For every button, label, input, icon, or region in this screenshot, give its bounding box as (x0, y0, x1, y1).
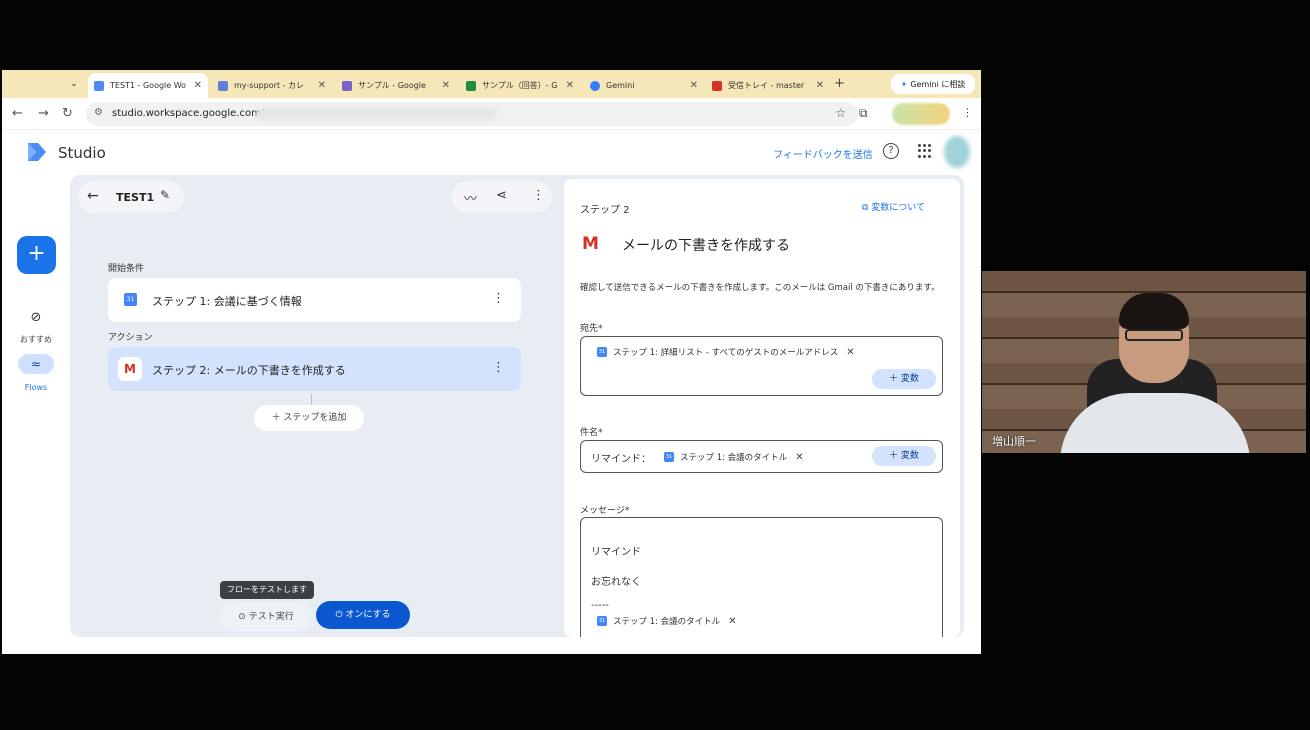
webcam-video-tile: 増山順一 (982, 271, 1306, 453)
subject-add-variable-button[interactable]: ＋ 変数 (872, 446, 936, 466)
remove-chip-icon[interactable]: ✕ (795, 452, 803, 463)
flow-toolbar: 〰 ⋖ ⋮ (452, 181, 552, 213)
message-field[interactable]: リマインド お忘れなく ----- 31 ステップ 1: 会議のタイトル ✕ (580, 517, 943, 637)
calendar-favicon-icon (218, 80, 228, 91)
apps-grid-icon[interactable] (918, 144, 932, 158)
browser-menu-icon[interactable]: ⋮ (962, 106, 973, 119)
close-tab-icon[interactable]: ✕ (566, 80, 574, 91)
gemini-favicon-icon (590, 80, 600, 91)
tab-sample-answers[interactable]: サンプル（回答）- G ✕ (460, 73, 580, 98)
calendar-icon: 31 (664, 452, 674, 462)
studio-favicon-icon (94, 80, 104, 91)
edit-pencil-icon[interactable]: ✎ (160, 188, 170, 202)
subject-field-label: 件名* (580, 428, 603, 438)
close-tab-icon[interactable]: ✕ (690, 80, 698, 91)
trigger-section-label: 開始条件 (108, 264, 145, 274)
panel-description: 確認して送信できるメールの下書きを作成します。このメールは Gmail の下書き… (580, 283, 940, 293)
calendar-icon: 31 (597, 347, 607, 357)
rail-flows-label[interactable]: Flows (6, 383, 66, 392)
more-options-icon[interactable]: ⋮ (532, 188, 545, 203)
close-tab-icon[interactable]: ✕ (442, 80, 450, 91)
browser-window: ⌄ TEST1 - Google Wo ✕ my-support - カレ ✕ … (2, 70, 981, 654)
gmail-logo-icon: M (582, 234, 599, 254)
sheets-favicon-icon (466, 80, 476, 91)
feedback-link[interactable]: フィードバックを送信 (773, 146, 873, 161)
about-variables-link[interactable]: ⧉ 変数について (862, 200, 925, 213)
gmail-icon: M (118, 357, 142, 381)
remove-chip-icon[interactable]: ✕ (728, 616, 736, 627)
add-step-button[interactable]: ＋ ステップを追加 (254, 405, 364, 431)
site-info-icon[interactable]: ⚙ (94, 107, 103, 118)
close-tab-icon[interactable]: ✕ (816, 80, 824, 91)
url-input[interactable]: ⚙ studio.workspace.google.com/ ☆ (86, 102, 858, 126)
address-bar: ← → ↻ ⚙ studio.workspace.google.com/ ☆ ⧉… (2, 98, 981, 130)
test-run-button[interactable]: ⊙ テスト実行 (220, 603, 312, 631)
gmail-favicon-icon (712, 80, 722, 91)
subject-variable-chip[interactable]: 31 ステップ 1: 会議のタイトル ✕ (664, 449, 804, 465)
extensions-icon[interactable]: ⧉ (859, 106, 868, 121)
action-section-label: アクション (108, 333, 153, 343)
to-field-label: 宛先* (580, 324, 603, 334)
app-title: Studio (58, 144, 106, 162)
rail-recommend-label[interactable]: おすすめ (6, 334, 66, 345)
close-tab-icon[interactable]: ✕ (194, 80, 202, 91)
calendar-icon: 31 (124, 293, 137, 306)
studio-header: Studio フィードバックを送信 ? (2, 130, 981, 176)
back-icon[interactable]: ← (87, 188, 99, 204)
reload-icon[interactable]: ↻ (62, 106, 73, 121)
activity-chart-icon[interactable]: 〰 (464, 188, 477, 207)
tab-test1[interactable]: TEST1 - Google Wo ✕ (88, 73, 208, 98)
message-field-label: メッセージ* (580, 506, 630, 516)
step-1-label: ステップ 1: 会議に基づく情報 (152, 295, 302, 308)
step-1-menu-icon[interactable]: ⋮ (492, 291, 505, 306)
redacted-url (256, 108, 496, 120)
profile-avatar[interactable] (892, 103, 950, 125)
avatar[interactable] (944, 136, 970, 168)
step-2-label: ステップ 2: メールの下書きを作成する (152, 364, 346, 377)
forms-favicon-icon (342, 80, 352, 91)
tab-my-support[interactable]: my-support - カレ ✕ (212, 73, 332, 98)
flows-nav-icon[interactable]: ≈ (18, 354, 54, 374)
flow-name: TEST1 (116, 191, 155, 204)
message-variable-chip[interactable]: 31 ステップ 1: 会議のタイトル ✕ (597, 613, 737, 629)
share-icon[interactable]: ⋖ (496, 188, 507, 203)
panel-title: メールの下書きを作成する (622, 238, 790, 254)
tab-gmail[interactable]: 受信トレイ - master ✕ (706, 73, 830, 98)
to-add-variable-button[interactable]: ＋ 変数 (872, 369, 936, 389)
to-variable-chip[interactable]: 31 ステップ 1: 詳細リスト - すべてのゲストのメールアドレス ✕ (597, 344, 855, 360)
tab-search-icon[interactable]: ⌄ (66, 76, 82, 92)
step-2-menu-icon[interactable]: ⋮ (492, 360, 505, 375)
gemini-consult-button[interactable]: ✦ Gemini に相談 (891, 74, 975, 94)
flow-canvas: ← TEST1 ✎ 〰 ⋖ ⋮ 開始条件 31 ステップ 1: 会議に基づく情報… (70, 175, 964, 637)
calendar-icon: 31 (597, 616, 607, 626)
turn-on-button[interactable]: ⏻ オンにする (316, 601, 410, 629)
help-icon[interactable]: ? (883, 143, 899, 159)
explore-compass-icon[interactable]: ⊘ (28, 310, 44, 326)
step-1-card[interactable]: 31 ステップ 1: 会議に基づく情報 ⋮ (108, 278, 521, 322)
to-field[interactable]: 31 ステップ 1: 詳細リスト - すべてのゲストのメールアドレス ✕ ＋ 変… (580, 336, 943, 396)
forward-arrow-icon[interactable]: → (38, 106, 49, 121)
create-button[interactable]: + (17, 236, 56, 274)
tab-bar: ⌄ TEST1 - Google Wo ✕ my-support - カレ ✕ … (2, 70, 981, 98)
test-flow-tooltip: フローをテストします (220, 581, 314, 599)
subject-field[interactable]: リマインド： 31 ステップ 1: 会議のタイトル ✕ ＋ 変数 (580, 440, 943, 473)
flow-title-bar: ← TEST1 ✎ (78, 181, 184, 213)
panel-step-label: ステップ 2 (580, 205, 630, 216)
close-tab-icon[interactable]: ✕ (318, 80, 326, 91)
step-2-card[interactable]: M ステップ 2: メールの下書きを作成する ⋮ (108, 347, 521, 391)
bookmark-star-icon[interactable]: ☆ (835, 106, 846, 120)
remove-chip-icon[interactable]: ✕ (846, 347, 854, 358)
participant-name: 増山順一 (992, 435, 1036, 448)
back-arrow-icon[interactable]: ← (12, 106, 23, 121)
subject-prefix: リマインド： (591, 454, 651, 465)
step-detail-panel: ステップ 2 ⧉ 変数について M メールの下書きを作成する 確認して送信できる… (564, 179, 960, 637)
gemini-sparkle-icon: ✦ (900, 79, 908, 89)
new-tab-icon[interactable]: + (834, 76, 845, 91)
studio-logo-icon (28, 143, 46, 161)
tab-gemini[interactable]: Gemini ✕ (584, 73, 704, 98)
tab-sample-form[interactable]: サンプル - Google ✕ (336, 73, 456, 98)
